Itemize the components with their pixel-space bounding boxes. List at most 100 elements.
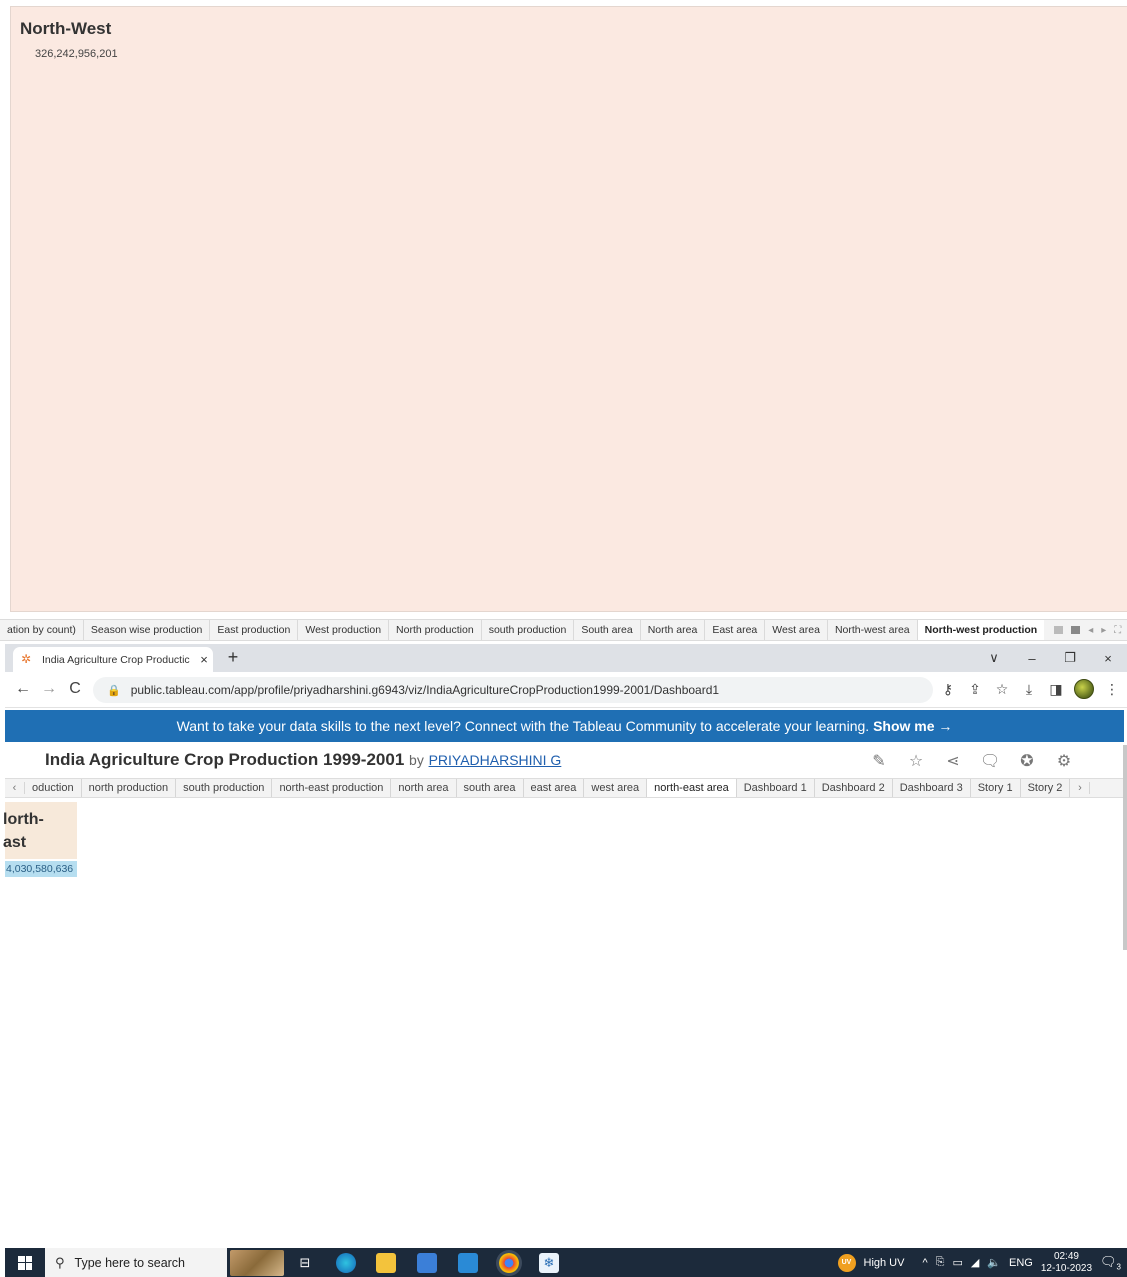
sheet-tab-14[interactable]: Story 2 bbox=[1021, 779, 1071, 797]
search-icon: ⚲ bbox=[55, 1254, 65, 1270]
next-sheet-icon[interactable]: ▸ bbox=[1101, 625, 1106, 636]
notifications-icon[interactable]: 🗨3 bbox=[1100, 1254, 1121, 1272]
forward-icon[interactable]: → bbox=[39, 680, 59, 698]
browser-tab[interactable]: ✲ India Agriculture Crop Productic × bbox=[13, 647, 213, 672]
clock-date: 12-10-2023 bbox=[1040, 1262, 1093, 1274]
key-icon[interactable]: ⚷ bbox=[939, 681, 957, 698]
north-east-value[interactable]: 4,030,580,636 bbox=[5, 861, 77, 877]
close-tab-icon[interactable]: × bbox=[195, 652, 213, 667]
lock-icon[interactable]: 🔒 bbox=[107, 684, 121, 697]
reload-icon[interactable]: C bbox=[65, 680, 85, 698]
clock[interactable]: 02:49 12-10-2023 bbox=[1041, 1251, 1092, 1275]
author-link[interactable]: PRIYADHARSHINI G bbox=[429, 752, 562, 768]
restore-icon[interactable]: ❐ bbox=[1051, 650, 1089, 666]
file-explorer-icon[interactable] bbox=[376, 1253, 396, 1273]
show-hidden-icons-icon[interactable]: ^ bbox=[922, 1257, 927, 1269]
grid-view-icon[interactable] bbox=[1054, 626, 1064, 634]
volume-icon[interactable]: 🔈 bbox=[987, 1256, 1001, 1269]
top-tab-9[interactable]: East area bbox=[705, 620, 766, 640]
address-bar: ← → C 🔒 public.tableau.com/app/profile/p… bbox=[5, 672, 1127, 708]
share-icon[interactable]: ⇪ bbox=[966, 681, 984, 698]
system-tray: UV High UV ^ ⎘ ▭ ◢ 🔈 ENG 02:49 12-10-202… bbox=[837, 1248, 1121, 1277]
download-icon[interactable]: ⤓ bbox=[1020, 681, 1038, 698]
top-tab-8[interactable]: North area bbox=[641, 620, 706, 640]
sheet-tab-8[interactable]: west area bbox=[584, 779, 648, 797]
sheet-tab-13[interactable]: Story 1 bbox=[971, 779, 1021, 797]
viz-by-label: by bbox=[409, 752, 424, 768]
wifi-icon[interactable]: ◢ bbox=[971, 1256, 979, 1269]
sheet-tab-1[interactable]: oduction bbox=[25, 779, 82, 797]
meet-icon[interactable]: ⎘ bbox=[936, 1256, 945, 1269]
close-window-icon[interactable]: × bbox=[1089, 651, 1127, 666]
sheet-tab-6[interactable]: south area bbox=[457, 779, 524, 797]
back-icon[interactable]: ← bbox=[13, 680, 33, 698]
profile-avatar[interactable] bbox=[1074, 679, 1094, 699]
fullscreen-icon[interactable]: ⛶ bbox=[1114, 625, 1121, 636]
bookmark-star-icon[interactable]: ☆ bbox=[993, 681, 1011, 698]
sheet-tab-4[interactable]: north-east production bbox=[272, 779, 392, 797]
north-east-card: lorth- ast bbox=[3, 802, 77, 859]
task-view-icon[interactable]: ⊟ bbox=[295, 1253, 315, 1273]
taskbar-search-box[interactable]: ⚲ Type here to search bbox=[45, 1248, 227, 1277]
page-scrollbar[interactable] bbox=[1123, 745, 1127, 950]
north-west-title: North-West bbox=[20, 19, 112, 38]
start-button[interactable] bbox=[5, 1248, 45, 1277]
top-tab-1[interactable]: ation by count) bbox=[0, 620, 84, 640]
settings-gear-icon[interactable]: ⚙ bbox=[1054, 751, 1074, 771]
sheet-tab-10[interactable]: Dashboard 1 bbox=[737, 779, 815, 797]
award-icon[interactable]: ✪ bbox=[1017, 751, 1037, 771]
address-bar-actions: ⚷ ⇪ ☆ ⤓ ◨ ⋮ bbox=[939, 679, 1121, 699]
tabs-scroll-right-icon[interactable]: › bbox=[1070, 782, 1091, 794]
top-tab-2[interactable]: Season wise production bbox=[84, 620, 211, 640]
edit-icon[interactable]: ✎ bbox=[869, 751, 889, 771]
viz-header: India Agriculture Crop Production 1999-2… bbox=[5, 745, 1124, 777]
top-tab-5[interactable]: North production bbox=[389, 620, 482, 640]
minimize-icon[interactable]: – bbox=[1013, 651, 1051, 666]
language-indicator[interactable]: ENG bbox=[1009, 1257, 1033, 1269]
top-tab-3[interactable]: East production bbox=[210, 620, 299, 640]
top-tab-6[interactable]: south production bbox=[482, 620, 575, 640]
top-tab-active[interactable]: North-west production bbox=[917, 620, 1045, 640]
favorite-star-icon[interactable]: ☆ bbox=[906, 751, 926, 771]
weather-text[interactable]: High UV bbox=[864, 1257, 905, 1269]
community-banner: Want to take your data skills to the nex… bbox=[5, 710, 1124, 742]
share-nodes-icon[interactable]: ⋖ bbox=[943, 751, 963, 771]
sheet-tab-12[interactable]: Dashboard 3 bbox=[893, 779, 971, 797]
new-tab-button[interactable]: + bbox=[221, 647, 245, 668]
url-field[interactable]: 🔒 public.tableau.com/app/profile/priyadh… bbox=[93, 677, 933, 703]
notification-count: 3 bbox=[1116, 1262, 1121, 1272]
show-me-link[interactable]: Show me → bbox=[873, 718, 952, 734]
sheet-tabs: ‹ oduction north production south produc… bbox=[5, 778, 1124, 798]
tab-view-icon[interactable] bbox=[1071, 626, 1081, 634]
windows-taskbar: ⚲ Type here to search ⊟ ❄ UV High UV ^ ⎘… bbox=[5, 1248, 1127, 1277]
battery-icon[interactable]: ▭ bbox=[952, 1256, 962, 1269]
top-tab-7[interactable]: South area bbox=[574, 620, 641, 640]
kebab-menu-icon[interactable]: ⋮ bbox=[1103, 681, 1121, 698]
comment-icon[interactable]: 🗨 bbox=[980, 751, 1000, 771]
tableau-favicon-icon: ✲ bbox=[21, 652, 32, 666]
sheet-tab-active[interactable]: north-east area bbox=[647, 779, 737, 797]
sheet-tab-3[interactable]: south production bbox=[176, 779, 273, 797]
search-highlight-image[interactable] bbox=[230, 1250, 284, 1276]
snipping-tool-icon[interactable]: ❄ bbox=[539, 1253, 559, 1273]
north-west-value[interactable]: 326,242,956,201 bbox=[35, 48, 118, 60]
browser-tabstrip: ✲ India Agriculture Crop Productic × + ∨… bbox=[5, 644, 1127, 672]
tab-search-icon[interactable]: ∨ bbox=[975, 650, 1013, 666]
taskbar-search-placeholder: Type here to search bbox=[74, 1255, 186, 1270]
mail-icon[interactable] bbox=[458, 1253, 478, 1273]
prev-sheet-icon[interactable]: ◂ bbox=[1088, 625, 1093, 636]
sheet-tab-5[interactable]: north area bbox=[391, 779, 457, 797]
edge-browser-icon[interactable] bbox=[336, 1253, 356, 1273]
windows-logo-icon bbox=[18, 1255, 32, 1270]
sheet-tab-11[interactable]: Dashboard 2 bbox=[815, 779, 893, 797]
top-tab-4[interactable]: West production bbox=[298, 620, 390, 640]
tabs-scroll-left-icon[interactable]: ‹ bbox=[5, 782, 25, 794]
side-panel-icon[interactable]: ◨ bbox=[1047, 681, 1065, 698]
weather-uv-icon[interactable]: UV bbox=[837, 1253, 856, 1272]
top-tab-10[interactable]: West area bbox=[765, 620, 828, 640]
store-icon[interactable] bbox=[417, 1253, 437, 1273]
top-tab-11[interactable]: North-west area bbox=[828, 620, 918, 640]
sheet-tab-2[interactable]: north production bbox=[82, 779, 177, 797]
chrome-icon[interactable] bbox=[499, 1253, 519, 1273]
sheet-tab-7[interactable]: east area bbox=[524, 779, 585, 797]
